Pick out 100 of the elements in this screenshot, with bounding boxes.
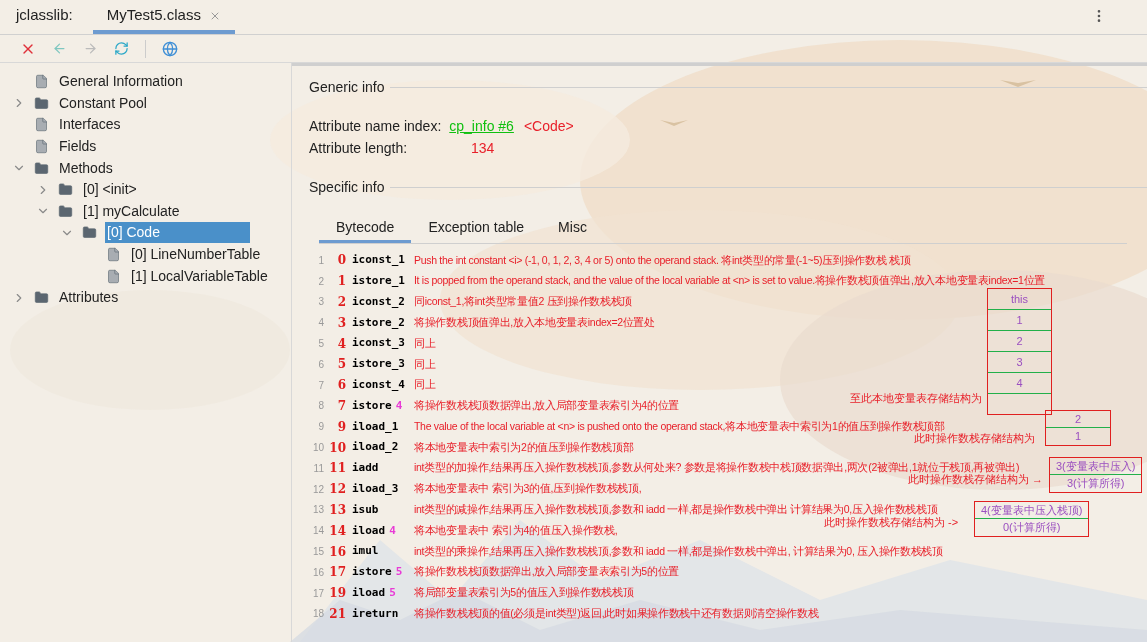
- section-heading: Generic info: [309, 77, 385, 97]
- line-number: 16: [311, 565, 324, 580]
- opcode: ireturn: [352, 605, 399, 622]
- operand: 4: [389, 522, 396, 539]
- bytecode-comment: int类型的减操作,结果再压入操作数栈栈顶,参数和 iadd 一样,都是操作数栈中弹出 计算结果为0,压入操作数栈栈顶: [414, 502, 938, 517]
- bytecode-offset: 9: [336, 418, 346, 436]
- tree-item[interactable]: [0] LineNumberTable: [129, 244, 263, 266]
- line-number: 18: [311, 607, 324, 622]
- bytecode-comment: 将操作数栈栈顶数据弹出,放入局部变量表索引为4的位置: [414, 398, 679, 414]
- line-number: 1: [317, 253, 324, 268]
- bytecode-comment: 同上: [414, 377, 436, 393]
- line-number: 15: [311, 545, 324, 560]
- file-icon: [34, 117, 49, 133]
- bytecode-offset: 10: [328, 439, 346, 457]
- opcode: iconst_4: [352, 376, 405, 393]
- globe-icon[interactable]: [162, 40, 178, 57]
- opcode: istore: [352, 397, 392, 414]
- bytecode-offset: 4: [336, 335, 346, 353]
- table-cell: 4(变量表中压入栈顶): [975, 502, 1089, 519]
- bytecode-comment: int类型的加操作,结果再压入操作数栈栈顶,参数从何处来? 参数是将操作数栈中栈顶数据弹出,两次(2被弹出,1就位于栈顶,再被弹出): [414, 460, 1020, 474]
- line-number: 8: [317, 399, 324, 414]
- line-number: 3: [317, 295, 324, 310]
- line-number: 17: [311, 586, 324, 601]
- line-number: 4: [317, 316, 324, 331]
- opcode: iconst_3: [352, 335, 405, 352]
- opcode: iconst_2: [352, 293, 405, 310]
- bytecode-offset: 5: [336, 356, 346, 374]
- line-number: 7: [317, 378, 324, 393]
- opcode: istore_1: [352, 272, 405, 289]
- tree-item[interactable]: Interfaces: [57, 114, 123, 136]
- table-cell-text: 0(计算所得): [1002, 520, 1062, 535]
- bytecode-comment: Push the int constant <i> (-1, 0, 1, 2, 3, 4 or 5) onto the operand stack. 将int类型的常量(-1~5)压到操作数栈 栈顶: [414, 252, 911, 268]
- file-icon: [106, 247, 121, 263]
- table-cell: 3: [988, 352, 1051, 373]
- bytecode-comment: The value of the local variable at <n> is pushed onto the operand stack,将本地变量表中索引为1的值压到操作数栈顶部: [414, 418, 945, 432]
- table-cell: 2: [1046, 411, 1110, 428]
- opcode: imul: [352, 543, 379, 560]
- file-tab[interactable]: MyTest5.class: [92, 1, 235, 34]
- tree-item[interactable]: Constant Pool: [57, 92, 149, 114]
- bytecode-offset: 11: [328, 460, 346, 478]
- field-label: Attribute name index:: [309, 116, 442, 136]
- folder-icon: [34, 95, 49, 111]
- field-value: <Code>: [523, 116, 574, 136]
- bytecode-comment: int类型的乘操作,结果再压入操作数栈栈顶,参数和 iadd 一样,都是操作数栈中弹出, 计算结果为0, 压入操作数栈栈顶: [414, 543, 943, 559]
- operand: 5: [389, 584, 396, 601]
- bytecode-comment: 将本地变量表中 索引为4的值压入操作数栈,: [414, 522, 618, 538]
- opcode: istore_2: [352, 314, 405, 331]
- folder-icon: [58, 182, 73, 198]
- tree-item[interactable]: Methods: [57, 157, 115, 179]
- opcode: isub: [352, 501, 379, 518]
- table-cell: this: [988, 289, 1051, 310]
- opcode: istore: [352, 564, 392, 581]
- bytecode-offset: 21: [328, 605, 346, 623]
- bytecode-offset: 6: [336, 377, 346, 395]
- field-value: 134: [471, 138, 495, 158]
- bytecode-offset: 13: [328, 501, 346, 519]
- folder-icon: [58, 203, 73, 219]
- line-number: 6: [317, 357, 324, 372]
- line-number: 5: [317, 337, 324, 352]
- tab[interactable]: Misc: [541, 217, 604, 243]
- bytecode-offset: 3: [336, 314, 346, 332]
- bytecode-offset: 17: [328, 564, 346, 582]
- bytecode-offset: 0: [336, 252, 346, 270]
- bytecode-offset: 19: [328, 585, 346, 603]
- opcode: iload_3: [352, 480, 399, 497]
- operand: 5: [395, 564, 403, 581]
- folder-icon: [34, 160, 49, 176]
- tree-item[interactable]: General Information: [57, 71, 185, 93]
- folder-icon: [82, 225, 97, 241]
- bytecode-offset: 7: [336, 397, 346, 415]
- field-label: Attribute length:: [309, 138, 409, 158]
- bytecode-comment: 将操作数栈顶值弹出,放入本地变量表index=2位置处: [414, 314, 655, 330]
- bytecode-comment: 同上: [414, 356, 436, 372]
- bytecode-comment: 将操作数栈栈顶的值(必须是int类型)返回,此时如果操作数栈中还有数据则清空操作数栈: [414, 606, 819, 622]
- tab[interactable]: Exception table: [411, 217, 542, 243]
- annotation-note: 至此本地变量表存储结构为: [850, 391, 982, 406]
- refresh-icon[interactable]: [114, 41, 129, 56]
- tree-item[interactable]: [0] <init>: [81, 179, 139, 201]
- line-number: 12: [311, 482, 324, 497]
- bytecode-offset: 1: [336, 273, 346, 291]
- table-cell: 3(变量表中压入): [1050, 458, 1142, 475]
- line-number: 2: [317, 274, 324, 289]
- bytecode-comment: 将操作数栈栈顶数据弹出,放入局部变量表索引为5的位置: [414, 564, 679, 580]
- opcode: iload: [352, 522, 386, 539]
- file-icon: [34, 74, 49, 90]
- tree-item[interactable]: Fields: [57, 136, 99, 158]
- opcode: istore_3: [352, 356, 405, 373]
- table-cell: 1: [988, 310, 1051, 331]
- opcode: iload_1: [352, 418, 399, 435]
- bytecode-offset: 16: [328, 543, 346, 561]
- tab[interactable]: Bytecode: [319, 217, 412, 243]
- line-number: 9: [317, 420, 324, 435]
- tree-item[interactable]: [1] myCalculate: [81, 200, 182, 222]
- tree-item[interactable]: [1] LocalVariableTable: [129, 265, 270, 287]
- opcode: iconst_1: [352, 252, 405, 269]
- bytecode-comment: 同iconst_1,将int类型常量值2 压到操作数栈栈顶: [414, 294, 633, 310]
- line-number: 13: [311, 503, 324, 518]
- forward-arrow-icon[interactable]: [83, 41, 98, 56]
- bytecode-offset: 2: [336, 294, 346, 311]
- tree-item[interactable]: Attributes: [57, 287, 121, 309]
